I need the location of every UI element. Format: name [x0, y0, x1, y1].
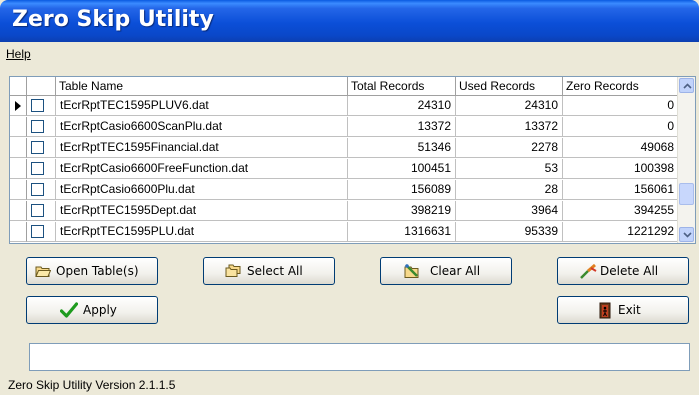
- row-checkbox-cell[interactable]: [27, 222, 56, 242]
- row-selector[interactable]: [10, 96, 27, 116]
- vertical-scrollbar[interactable]: [677, 77, 695, 243]
- row-checkbox[interactable]: [31, 120, 44, 133]
- apply-label: Apply: [83, 303, 117, 317]
- cell-zero-records[interactable]: 156061: [563, 180, 679, 200]
- title-bar[interactable]: Zero Skip Utility: [0, 0, 699, 42]
- version-label: Zero Skip Utility Version 2.1.1.5: [8, 378, 176, 392]
- cell-total-records[interactable]: 13372: [348, 117, 456, 137]
- row-selector[interactable]: [10, 201, 27, 221]
- clear-icon: [403, 264, 420, 282]
- table-row[interactable]: tEcrRptCasio6600ScanPlu.dat 13372 13372 0: [10, 117, 679, 137]
- exit-label: Exit: [618, 303, 641, 317]
- column-header-zero-records[interactable]: Zero Records: [563, 77, 679, 96]
- cell-zero-records[interactable]: 1221292: [563, 222, 679, 242]
- cell-total-records[interactable]: 24310: [348, 96, 456, 116]
- tables-grid[interactable]: Table Name Total Records Used Records Ze…: [9, 76, 696, 244]
- cell-used-records[interactable]: 24310: [456, 96, 563, 116]
- checkmark-icon: [59, 302, 79, 321]
- open-folder-icon: [35, 264, 52, 281]
- cell-used-records[interactable]: 2278: [456, 138, 563, 158]
- cell-total-records[interactable]: 100451: [348, 159, 456, 179]
- column-header-table-name[interactable]: Table Name: [56, 77, 348, 96]
- cell-table-name[interactable]: tEcrRptTEC1595Financial.dat: [56, 138, 348, 158]
- row-selector[interactable]: [10, 180, 27, 200]
- cell-table-name[interactable]: tEcrRptCasio6600FreeFunction.dat: [56, 159, 348, 179]
- cell-total-records[interactable]: 398219: [348, 201, 456, 221]
- status-message-box: [29, 343, 690, 371]
- apply-button[interactable]: Apply: [26, 296, 158, 324]
- row-selector[interactable]: [10, 117, 27, 137]
- row-checkbox-cell[interactable]: [27, 201, 56, 221]
- current-row-arrow-icon: [15, 101, 21, 111]
- table-row[interactable]: tEcrRptCasio6600FreeFunction.dat 100451 53…: [10, 159, 679, 179]
- cell-zero-records[interactable]: 49068: [563, 138, 679, 158]
- row-checkbox[interactable]: [31, 225, 44, 238]
- open-tables-button[interactable]: Open Table(s): [26, 257, 158, 285]
- row-checkbox-cell[interactable]: [27, 96, 56, 116]
- checkbox-header: [27, 77, 56, 96]
- scroll-up-button[interactable]: [679, 78, 694, 93]
- exit-button[interactable]: Exit: [557, 296, 689, 324]
- scroll-down-button[interactable]: [679, 227, 694, 242]
- delete-all-label: Delete All: [600, 264, 659, 278]
- row-checkbox-cell[interactable]: [27, 180, 56, 200]
- row-selector-header: [10, 77, 27, 96]
- cell-zero-records[interactable]: 0: [563, 96, 679, 116]
- exit-door-icon: [598, 302, 612, 322]
- cell-used-records[interactable]: 53: [456, 159, 563, 179]
- menu-bar: Help: [0, 44, 699, 64]
- folders-icon: [225, 264, 242, 281]
- cell-used-records[interactable]: 3964: [456, 201, 563, 221]
- cell-table-name[interactable]: tEcrRptTEC1595PLU.dat: [56, 222, 348, 242]
- select-all-label: Select All: [247, 264, 303, 278]
- cell-table-name[interactable]: tEcrRptTEC1595Dept.dat: [56, 201, 348, 221]
- cell-zero-records[interactable]: 0: [563, 117, 679, 137]
- cell-used-records[interactable]: 13372: [456, 117, 563, 137]
- row-checkbox[interactable]: [31, 204, 44, 217]
- cell-used-records[interactable]: 95339: [456, 222, 563, 242]
- row-checkbox[interactable]: [31, 183, 44, 196]
- chevron-up-icon: [683, 83, 692, 89]
- menu-help[interactable]: Help: [6, 47, 31, 61]
- cell-used-records[interactable]: 28: [456, 180, 563, 200]
- cell-total-records[interactable]: 51346: [348, 138, 456, 158]
- cell-table-name[interactable]: tEcrRptTEC1595PLUV6.dat: [56, 96, 348, 116]
- row-selector[interactable]: [10, 159, 27, 179]
- row-checkbox[interactable]: [31, 162, 44, 175]
- row-checkbox-cell[interactable]: [27, 117, 56, 137]
- chevron-down-icon: [683, 232, 692, 238]
- clear-all-button[interactable]: Clear All: [380, 257, 512, 285]
- cell-zero-records[interactable]: 100398: [563, 159, 679, 179]
- clear-all-label: Clear All: [430, 264, 481, 278]
- select-all-button[interactable]: Select All: [203, 257, 335, 285]
- row-checkbox-cell[interactable]: [27, 138, 56, 158]
- column-header-used-records[interactable]: Used Records: [456, 77, 563, 96]
- table-row[interactable]: tEcrRptTEC1595Dept.dat 398219 3964 394255: [10, 201, 679, 221]
- scroll-thumb[interactable]: [679, 183, 694, 205]
- row-checkbox[interactable]: [31, 99, 44, 112]
- table-row[interactable]: tEcrRptTEC1595Financial.dat 51346 2278 4906…: [10, 138, 679, 158]
- menu-help-label: Help: [6, 47, 31, 61]
- cell-total-records[interactable]: 156089: [348, 180, 456, 200]
- cell-table-name[interactable]: tEcrRptCasio6600ScanPlu.dat: [56, 117, 348, 137]
- window-title: Zero Skip Utility: [12, 7, 214, 32]
- row-selector[interactable]: [10, 138, 27, 158]
- row-selector[interactable]: [10, 222, 27, 242]
- cell-zero-records[interactable]: 394255: [563, 201, 679, 221]
- table-row[interactable]: tEcrRptTEC1595PLU.dat 1316631 95339 1221292: [10, 222, 679, 242]
- table-row[interactable]: tEcrRptCasio6600Plu.dat 156089 28 156061: [10, 180, 679, 200]
- column-header-total-records[interactable]: Total Records: [348, 77, 456, 96]
- open-tables-label: Open Table(s): [56, 264, 139, 278]
- table-row[interactable]: tEcrRptTEC1595PLUV6.dat 24310 24310 0: [10, 96, 679, 116]
- cell-total-records[interactable]: 1316631: [348, 222, 456, 242]
- eraser-icon: [579, 263, 597, 282]
- row-checkbox[interactable]: [31, 141, 44, 154]
- row-checkbox-cell[interactable]: [27, 159, 56, 179]
- cell-table-name[interactable]: tEcrRptCasio6600Plu.dat: [56, 180, 348, 200]
- delete-all-button[interactable]: Delete All: [557, 257, 689, 285]
